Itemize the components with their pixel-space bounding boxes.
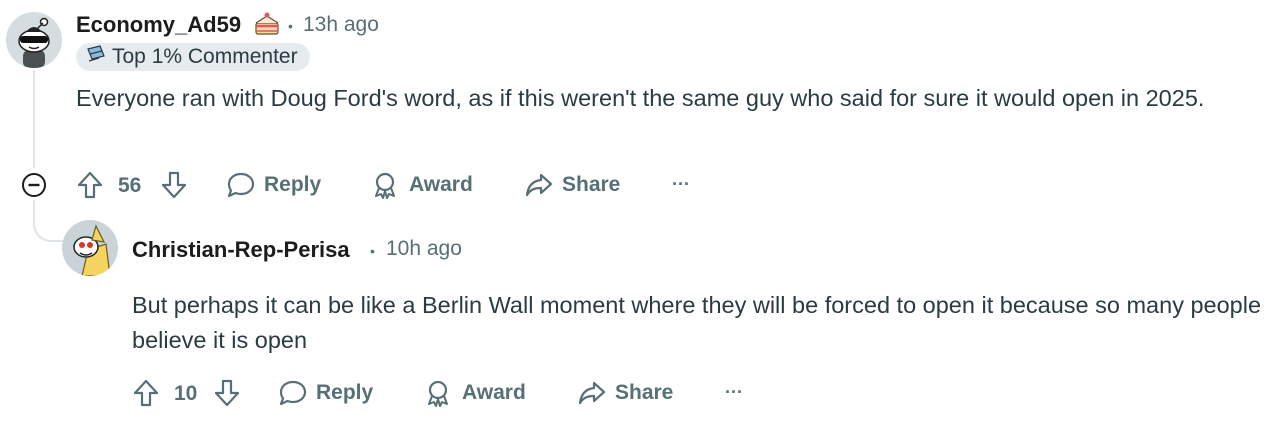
share-label: Share (562, 173, 621, 196)
downvote-arrow-icon (161, 171, 187, 199)
comment-timestamp[interactable]: 10h ago (386, 237, 462, 261)
comment-bubble-icon (279, 380, 307, 406)
upvote-button[interactable] (76, 170, 104, 205)
avatar[interactable] (62, 220, 118, 276)
downvote-button[interactable] (160, 170, 188, 205)
reply-label: Reply (316, 381, 374, 404)
separator-dot: • (288, 18, 293, 34)
comment-author[interactable]: Economy_Ad59 (76, 12, 241, 38)
share-label: Share (615, 381, 674, 404)
comment-author[interactable]: Christian-Rep-Perisa (132, 237, 350, 263)
award-label: Award (462, 381, 526, 404)
user-flair: Top 1% Commenter (76, 43, 310, 71)
downvote-arrow-icon (214, 379, 240, 407)
upvote-arrow-icon (133, 379, 159, 407)
comment-bubble-icon (227, 172, 255, 198)
share-arrow-icon (578, 381, 606, 405)
cake-icon (253, 11, 281, 42)
more-options-button[interactable]: ··· (725, 382, 743, 403)
separator-dot: • (370, 243, 375, 259)
commenter-badge-icon (86, 45, 106, 69)
comment-body: Everyone ran with Doug Ford's word, as i… (76, 85, 1205, 111)
more-options-button[interactable]: ··· (672, 174, 690, 195)
award-label: Award (409, 173, 473, 196)
reply-button[interactable]: Reply (226, 171, 321, 199)
downvote-button[interactable] (213, 378, 241, 413)
comment-timestamp[interactable]: 13h ago (303, 13, 379, 37)
collapse-thread-button[interactable] (21, 172, 47, 203)
comment-body: But perhaps it can be like a Berlin Wall… (132, 292, 1262, 353)
thread-line (33, 70, 35, 168)
snoo-avatar-icon (6, 12, 62, 68)
share-button[interactable]: Share (524, 171, 620, 199)
avatar[interactable] (6, 12, 62, 68)
flair-label: Top 1% Commenter (112, 45, 298, 68)
thread-connector (33, 210, 65, 242)
collapse-icon (22, 173, 46, 197)
upvote-arrow-icon (77, 171, 103, 199)
share-arrow-icon (525, 173, 553, 197)
award-icon (375, 172, 395, 199)
vote-count: 56 (118, 174, 142, 197)
share-button[interactable]: Share (577, 379, 673, 407)
vote-count: 10 (174, 382, 198, 405)
upvote-button[interactable] (132, 378, 160, 413)
reply-label: Reply (264, 173, 322, 196)
reply-button[interactable]: Reply (278, 379, 373, 407)
award-icon (428, 380, 448, 407)
snoo-avatar-icon (62, 220, 118, 276)
award-button[interactable]: Award (424, 379, 526, 407)
award-button[interactable]: Award (371, 171, 473, 199)
